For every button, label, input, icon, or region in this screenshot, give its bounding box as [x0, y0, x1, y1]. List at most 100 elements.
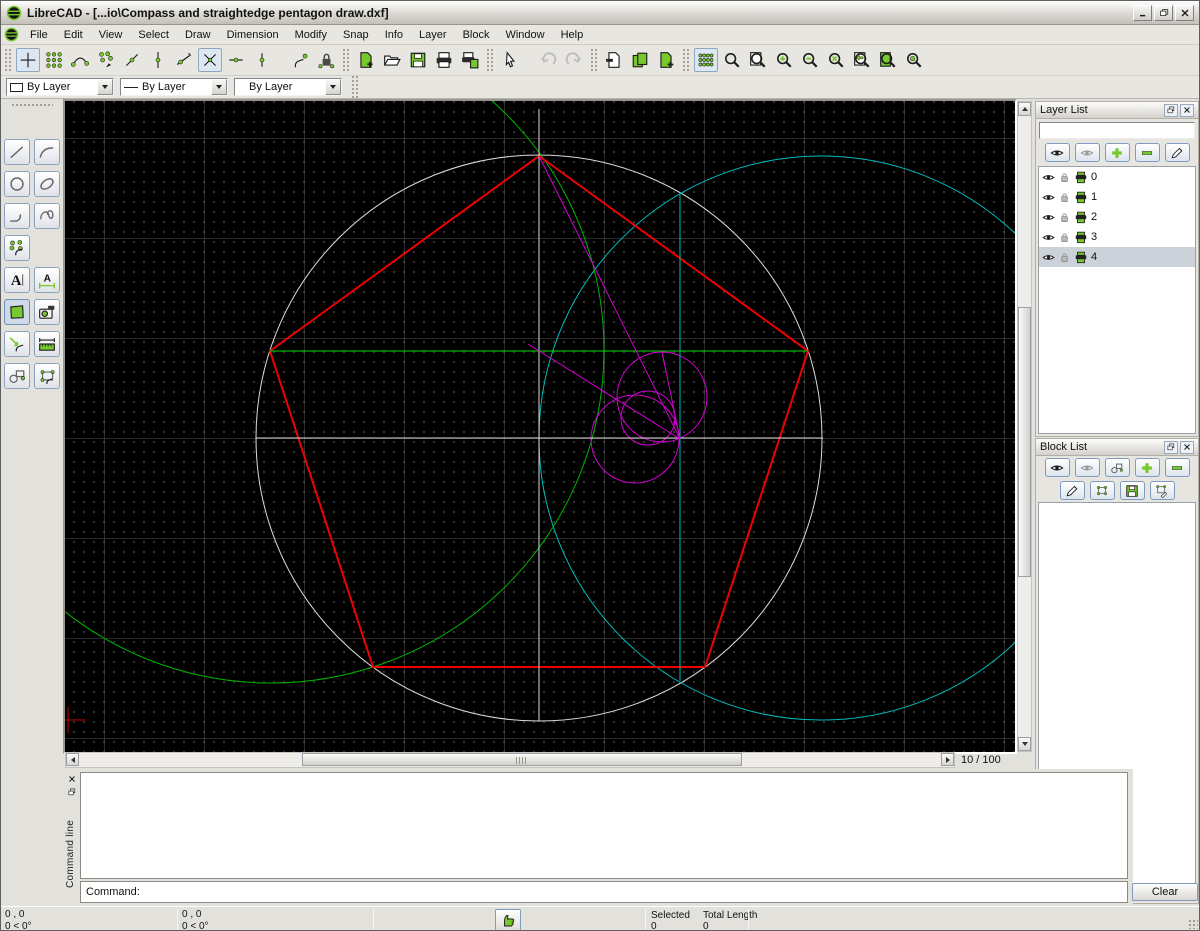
close-dock-icon[interactable]: [66, 773, 78, 785]
open-drawing-button[interactable]: [380, 48, 404, 72]
snap-middle-button[interactable]: [146, 48, 170, 72]
zoom-auto-button[interactable]: [824, 48, 848, 72]
snap-on-entity-button[interactable]: [94, 48, 118, 72]
zoom-previous-button[interactable]: [850, 48, 874, 72]
action-hand-button[interactable]: [495, 909, 521, 931]
snap-distance-button[interactable]: [172, 48, 196, 72]
documents-button[interactable]: [628, 48, 652, 72]
snap-intersection-button[interactable]: [198, 48, 222, 72]
menu-block[interactable]: Block: [455, 26, 498, 44]
toggle-block-visibility-button[interactable]: [1105, 458, 1130, 477]
menu-view[interactable]: View: [91, 26, 131, 44]
zoom-window-button[interactable]: [746, 48, 770, 72]
undo-button[interactable]: [536, 48, 560, 72]
color-combo[interactable]: By Layer: [6, 78, 114, 96]
save-drawing-button[interactable]: [406, 48, 430, 72]
zoom-page-button[interactable]: [876, 48, 900, 72]
line-width-combo[interactable]: By Layer: [120, 78, 228, 96]
blocks-defreeze-all-button[interactable]: [1045, 458, 1070, 477]
horizontal-scroll-thumb[interactable]: [302, 753, 742, 766]
zoom-pan-button[interactable]: [902, 48, 926, 72]
modify-tool[interactable]: [4, 331, 30, 357]
construction-circle-green[interactable]: [65, 101, 604, 683]
toolbar-handle[interactable]: [4, 48, 12, 72]
polyline-tool[interactable]: [4, 203, 30, 229]
ellipse-tool[interactable]: [34, 171, 60, 197]
layer-row-3[interactable]: 3: [1039, 227, 1195, 247]
menu-file[interactable]: File: [22, 26, 56, 44]
close-button[interactable]: [1175, 5, 1194, 21]
grid-toggle-button[interactable]: [694, 48, 718, 72]
vertical-scroll-thumb[interactable]: [1018, 307, 1031, 577]
menu-layer[interactable]: Layer: [411, 26, 455, 44]
close-panel-icon[interactable]: [1180, 441, 1194, 454]
menu-modify[interactable]: Modify: [287, 26, 335, 44]
chevron-down-icon[interactable]: [97, 79, 113, 95]
scroll-left-button[interactable]: [66, 753, 79, 766]
print-preview-button[interactable]: [458, 48, 482, 72]
remove-block-button[interactable]: [1165, 458, 1190, 477]
toolbar-handle[interactable]: [486, 48, 494, 72]
restore-button[interactable]: [1154, 5, 1173, 21]
resize-grip[interactable]: [1188, 919, 1198, 929]
toolbar-handle[interactable]: [342, 48, 350, 72]
layer-print-icon[interactable]: [1074, 170, 1088, 184]
chevron-down-icon[interactable]: [325, 79, 341, 95]
select-tool[interactable]: [34, 363, 60, 389]
layers-freeze-all-button[interactable]: [1075, 143, 1100, 162]
layer-visibility-icon[interactable]: [1042, 211, 1055, 224]
insert-block-button[interactable]: [1150, 481, 1175, 500]
layer-lock-icon[interactable]: [1058, 251, 1071, 264]
float-dock-icon[interactable]: [66, 786, 78, 798]
restrict-horizontal-button[interactable]: [224, 48, 248, 72]
modify-block-button[interactable]: [1060, 481, 1085, 500]
zoom-out-button[interactable]: [798, 48, 822, 72]
layer-lock-icon[interactable]: [1058, 191, 1071, 204]
layer-row-1[interactable]: 1: [1039, 187, 1195, 207]
layer-print-icon[interactable]: [1074, 210, 1088, 224]
zoom-redraw-button[interactable]: [720, 48, 744, 72]
layer-row-2[interactable]: 2: [1039, 207, 1195, 227]
construction-circle-magenta-small[interactable]: [621, 391, 675, 445]
layer-lock-icon[interactable]: [1058, 231, 1071, 244]
scroll-right-button[interactable]: [941, 753, 954, 766]
magenta-line-apex[interactable]: [539, 156, 680, 439]
layer-visibility-icon[interactable]: [1042, 171, 1055, 184]
layer-print-icon[interactable]: [1074, 250, 1088, 264]
toolbar-handle[interactable]: [682, 48, 690, 72]
dimension-tool[interactable]: A: [34, 267, 60, 293]
menu-window[interactable]: Window: [497, 26, 552, 44]
line-tool[interactable]: [4, 139, 30, 165]
toolbar-handle[interactable]: [351, 75, 359, 99]
scroll-down-button[interactable]: [1018, 737, 1031, 751]
layer-print-icon[interactable]: [1074, 230, 1088, 244]
measure-tool[interactable]: [34, 331, 60, 357]
layer-lock-icon[interactable]: [1058, 211, 1071, 224]
hatch-tool[interactable]: [4, 299, 30, 325]
blocks-freeze-all-button[interactable]: [1075, 458, 1100, 477]
lock-relative-zero-button[interactable]: [314, 48, 338, 72]
menu-select[interactable]: Select: [130, 26, 177, 44]
snap-endpoint-button[interactable]: [68, 48, 92, 72]
points-tool[interactable]: [4, 235, 30, 261]
layer-visibility-icon[interactable]: [1042, 191, 1055, 204]
select-pointer-button[interactable]: [498, 48, 522, 72]
construction-circle-magenta-mid[interactable]: [591, 395, 679, 483]
remove-layer-button[interactable]: [1135, 143, 1160, 162]
layer-filter-input[interactable]: [1039, 122, 1195, 139]
arc-tool[interactable]: [34, 139, 60, 165]
print-button[interactable]: [432, 48, 456, 72]
layer-row-0[interactable]: 0: [1039, 167, 1195, 187]
snap-free-button[interactable]: [16, 48, 40, 72]
toolbar-handle[interactable]: [590, 48, 598, 72]
restrict-vertical-button[interactable]: [250, 48, 274, 72]
menu-snap[interactable]: Snap: [335, 26, 377, 44]
text-tool[interactable]: A: [4, 267, 30, 293]
menu-help[interactable]: Help: [553, 26, 592, 44]
menu-edit[interactable]: Edit: [56, 26, 91, 44]
command-input[interactable]: [144, 885, 1127, 899]
vertical-scrollbar[interactable]: [1017, 101, 1032, 752]
set-relative-zero-button[interactable]: [288, 48, 312, 72]
line-type-combo[interactable]: By Layer: [234, 78, 342, 96]
edit-block-button[interactable]: [1090, 481, 1115, 500]
